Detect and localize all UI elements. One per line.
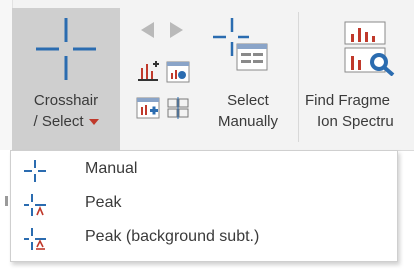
menu-item-manual[interactable]: Manual bbox=[11, 153, 397, 187]
ribbon-separator bbox=[298, 12, 299, 142]
select-manually-line1: Select bbox=[227, 92, 269, 109]
menu-item-label: Manual bbox=[85, 160, 138, 177]
menu-item-peak[interactable]: Peak bbox=[11, 187, 397, 221]
menu-item-label: Peak (background subt.) bbox=[85, 228, 260, 245]
find-fragment-line1: Find Fragme bbox=[305, 92, 391, 109]
crosshair-peak-icon bbox=[24, 194, 46, 216]
crosshair-label-line2: / Select bbox=[33, 113, 84, 130]
dropdown-caret-icon[interactable] bbox=[88, 119, 99, 126]
find-fragment-line2: Ion Spectru bbox=[317, 113, 394, 130]
arrow-left-icon[interactable] bbox=[138, 20, 156, 40]
crosshair-icon bbox=[36, 18, 96, 80]
menu-item-label: Peak bbox=[85, 194, 122, 211]
find-fragment-spectrum-icon[interactable] bbox=[343, 20, 399, 76]
crosshair-select-label: Crosshair / Select bbox=[12, 90, 120, 132]
crosshair-manual-icon bbox=[24, 160, 46, 182]
select-manually-icon[interactable] bbox=[213, 18, 271, 72]
ribbon-toolbar: Crosshair / Select Select Manually Find … bbox=[0, 0, 414, 151]
crosshair-dropdown-menu: Manual Peak Peak (background subt.) bbox=[10, 150, 398, 262]
menu-item-peak-background[interactable]: Peak (background subt.) bbox=[11, 221, 397, 255]
spectrum-search-icon[interactable] bbox=[166, 60, 190, 84]
select-manually-button[interactable]: Select Manually bbox=[207, 90, 289, 132]
background-fragment bbox=[5, 196, 8, 206]
select-manually-line2: Manually bbox=[217, 113, 279, 130]
arrow-right-icon[interactable] bbox=[168, 20, 186, 40]
crosshair-label-line1: Crosshair bbox=[33, 92, 99, 109]
find-fragment-button[interactable]: Find Fragme Ion Spectru bbox=[305, 90, 414, 132]
background-area bbox=[0, 150, 10, 269]
crosshair-peak-background-icon bbox=[24, 228, 46, 250]
add-spectrum-icon[interactable] bbox=[136, 96, 160, 120]
crosshair-select-button[interactable]: Crosshair / Select bbox=[12, 8, 120, 150]
grid-compare-icon[interactable] bbox=[166, 96, 190, 120]
peak-label-icon[interactable] bbox=[136, 60, 160, 84]
